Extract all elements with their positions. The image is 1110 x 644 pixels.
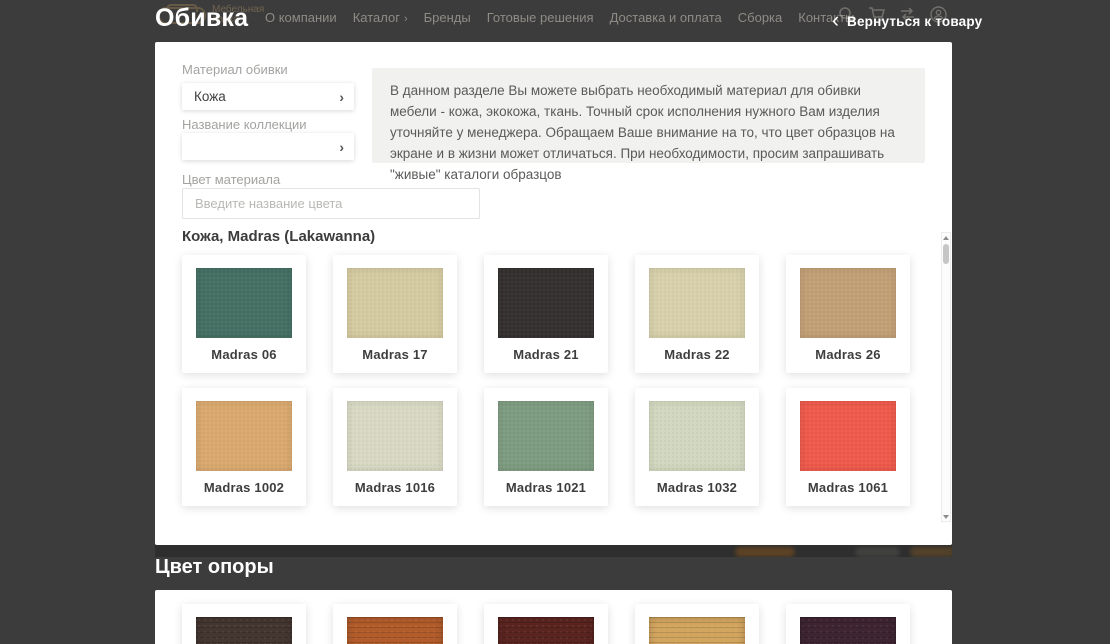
upholstery-modal: Материал обивки Кожа › Название коллекци… [155,42,952,545]
back-to-product-button[interactable]: ‹ Вернуться к товару [832,12,982,30]
swatch-label: Madras 1061 [786,480,910,495]
swatch-card[interactable] [484,604,608,644]
swatch-card[interactable] [786,604,910,644]
color-label: Цвет материала [182,172,280,187]
swatch-label: Madras 17 [333,347,457,362]
swatch-image [800,401,896,471]
swatch-label: Madras 21 [484,347,608,362]
swatch-image [649,617,745,644]
dimmed-page-strip [155,545,952,557]
scroll-up-button[interactable] [942,233,950,242]
swatch-card[interactable] [635,604,759,644]
swatch-image [196,617,292,644]
collection-label: Название коллекции [182,117,307,132]
swatch-image [800,268,896,338]
swatch-card[interactable]: Madras 06 [182,255,306,373]
info-text: В данном разделе Вы можете выбрать необх… [372,68,925,163]
swatch-label: Madras 1021 [484,480,608,495]
scrollbar-thumb[interactable] [943,244,949,264]
swatch-image [347,268,443,338]
collection-select[interactable]: › [182,133,354,160]
material-select[interactable]: Кожа › [182,83,354,110]
swatch-card[interactable]: Madras 1002 [182,388,306,506]
swatch-label: Madras 1016 [333,480,457,495]
dimmed-image-fragment [910,547,952,557]
nav-item[interactable]: Бренды [424,10,471,25]
triangle-down-icon [943,515,949,519]
color-search-input[interactable] [182,188,480,219]
swatch-card[interactable]: Madras 1061 [786,388,910,506]
swatch-image [498,401,594,471]
chevron-right-icon: › [339,89,344,105]
swatch-label: Madras 26 [786,347,910,362]
swatch-image [347,617,443,644]
swatch-image [196,401,292,471]
swatch-image [196,268,292,338]
swatch-image [649,268,745,338]
swatch-label: Madras 06 [182,347,306,362]
swatch-card[interactable] [333,604,457,644]
nav-item[interactable]: Доставка и оплата [610,10,722,25]
triangle-up-icon [943,236,949,240]
swatch-image [800,617,896,644]
chevron-left-icon: ‹ [832,12,839,30]
swatch-label: Madras 1032 [635,480,759,495]
swatch-card[interactable] [182,604,306,644]
dimmed-image-fragment [735,547,795,557]
chevron-right-icon: › [404,13,408,25]
dimmed-image-fragment [855,547,900,557]
nav-item[interactable]: Каталог› [353,10,408,25]
material-label: Материал обивки [182,62,288,77]
swatch-image [649,401,745,471]
swatch-label: Madras 22 [635,347,759,362]
back-button-label: Вернуться к товару [847,14,982,29]
material-group-title: Кожа, Madras (Lakawanna) [182,228,375,245]
main-nav: О компании Каталог› Бренды Готовые решения Д… [265,10,854,25]
scroll-down-button[interactable] [942,512,950,521]
material-select-value: Кожа [194,89,339,104]
page-title: Обивка [155,4,248,33]
nav-item[interactable]: О компании [265,10,337,25]
swatch-image [498,617,594,644]
support-color-panel [155,590,952,644]
swatch-card[interactable]: Madras 26 [786,255,910,373]
swatch-card[interactable]: Madras 1021 [484,388,608,506]
swatch-card[interactable]: Madras 17 [333,255,457,373]
support-color-title: Цвет опоры [155,556,274,579]
swatch-card[interactable]: Madras 1032 [635,388,759,506]
nav-item[interactable]: Сборка [738,10,783,25]
swatch-card[interactable]: Madras 22 [635,255,759,373]
modal-scrollbar[interactable] [941,232,951,522]
swatch-card[interactable]: Madras 21 [484,255,608,373]
chevron-right-icon: › [339,139,344,155]
swatch-image [347,401,443,471]
nav-item[interactable]: Готовые решения [487,10,594,25]
page: Мебельная лавка О компанииКаталог›Бренды… [0,0,1110,644]
swatch-label: Madras 1002 [182,480,306,495]
swatch-card[interactable]: Madras 1016 [333,388,457,506]
swatch-image [498,268,594,338]
